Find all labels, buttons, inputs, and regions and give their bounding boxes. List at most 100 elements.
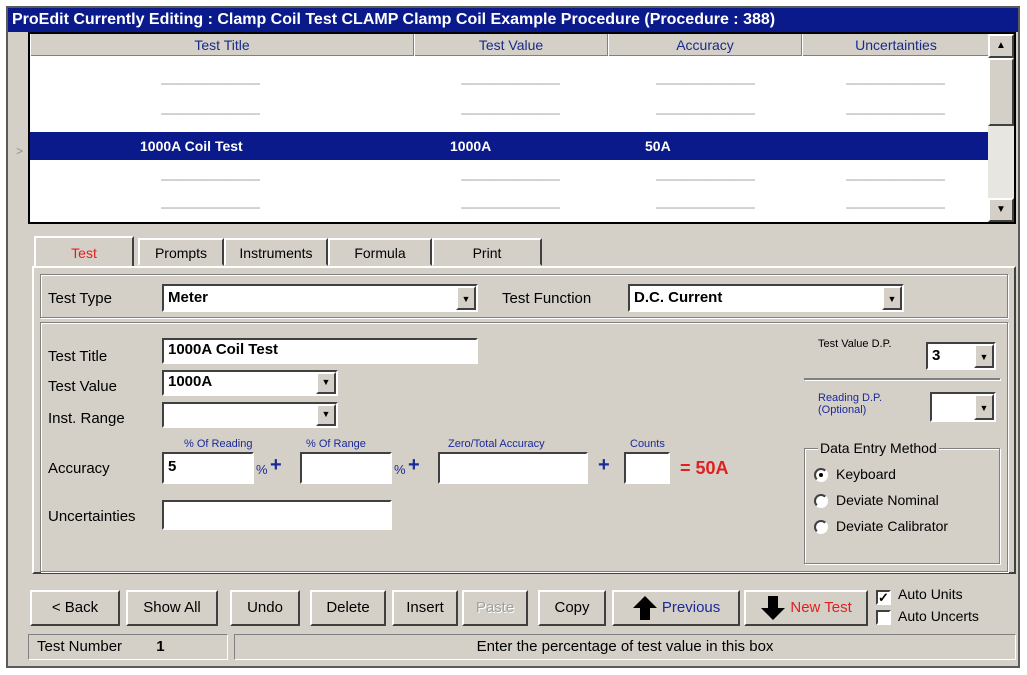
row-cell-accuracy: 50A xyxy=(645,138,671,154)
auto-units-checkbox[interactable]: ✓ xyxy=(876,590,891,605)
window-title: ProEdit Currently Editing : Clamp Coil T… xyxy=(8,8,1018,32)
uncertainties-label: Uncertainties xyxy=(48,508,136,525)
previous-button[interactable]: Previous xyxy=(612,590,740,626)
radio-deviate-nominal[interactable] xyxy=(814,494,828,508)
previous-label: Previous xyxy=(661,599,721,616)
auto-units-label: Auto Units xyxy=(898,586,963,602)
back-button[interactable]: < Back xyxy=(30,590,120,626)
chevron-down-icon[interactable]: ▼ xyxy=(882,286,902,310)
zero-total-input[interactable] xyxy=(438,452,588,484)
row-cell-uncert xyxy=(820,132,970,160)
paste-button[interactable]: Paste xyxy=(462,590,528,626)
accuracy-result: = 50A xyxy=(680,458,729,478)
test-value-dp-combo[interactable]: 3 ▼ xyxy=(926,342,996,370)
tests-grid[interactable]: Test Title Test Value Accuracy Uncertain… xyxy=(28,32,1016,224)
row-cell-accuracy: --------------------------------- xyxy=(655,106,756,120)
test-type-select[interactable]: Meter ▼ xyxy=(162,284,478,312)
scroll-up-icon[interactable]: ▲ xyxy=(988,34,1014,58)
row-cell-uncert: --------------------------------- xyxy=(845,172,946,186)
test-value-label: Test Value xyxy=(48,378,117,395)
new-test-button[interactable]: New Test xyxy=(744,590,868,626)
grid-scrollbar[interactable]: ▲ ▼ xyxy=(988,34,1014,222)
radio-keyboard-label: Keyboard xyxy=(836,466,896,482)
test-title-input[interactable]: 1000A Coil Test xyxy=(162,338,478,364)
row-cell-title: --------------------------------- xyxy=(160,106,261,120)
new-test-label: New Test xyxy=(790,599,852,616)
test-type-value: Meter xyxy=(168,289,209,306)
table-row-selected[interactable]: 1000A Coil Test 1000A 50A xyxy=(30,132,990,160)
test-number-panel: Test Number 1 xyxy=(28,634,228,660)
test-value-combo[interactable]: 1000A ▼ xyxy=(162,370,338,396)
tab-formula[interactable]: Formula xyxy=(328,238,432,266)
counts-input[interactable] xyxy=(624,452,670,484)
reading-dp-combo[interactable]: ▼ xyxy=(930,392,996,422)
tab-prompts[interactable]: Prompts xyxy=(138,238,224,266)
row-cell-accuracy: --------------------------------- xyxy=(655,200,756,214)
chevron-down-icon[interactable]: ▼ xyxy=(974,344,994,368)
col-test-title[interactable]: Test Title xyxy=(30,34,414,56)
row-cell-title: --------------------------------- xyxy=(160,200,261,214)
table-row[interactable]: --------------------------------- ------… xyxy=(30,68,990,98)
test-function-label: Test Function xyxy=(502,290,592,307)
col-uncertainties[interactable]: Uncertainties xyxy=(802,34,990,56)
auto-uncerts-label: Auto Uncerts xyxy=(898,608,979,624)
row-cell-value: --------------------------------- xyxy=(460,200,561,214)
chevron-down-icon[interactable]: ▼ xyxy=(316,404,336,426)
proedit-window: ProEdit Currently Editing : Clamp Coil T… xyxy=(6,6,1020,668)
chevron-down-icon[interactable]: ▼ xyxy=(456,286,476,310)
delete-button[interactable]: Delete xyxy=(310,590,386,626)
test-value-value: 1000A xyxy=(168,373,213,390)
row-cell-value: 1000A xyxy=(450,138,492,154)
data-entry-title: Data Entry Method xyxy=(818,440,939,456)
show-all-button[interactable]: Show All xyxy=(126,590,218,626)
plus-sign: + xyxy=(270,454,282,476)
test-number-value: 1 xyxy=(156,638,165,655)
inst-range-combo[interactable]: ▼ xyxy=(162,402,338,428)
test-type-label: Test Type xyxy=(48,290,112,307)
pct-range-input[interactable] xyxy=(300,452,392,484)
table-row[interactable]: --------------------------------- ------… xyxy=(30,192,990,222)
row-cell-accuracy: --------------------------------- xyxy=(655,172,756,186)
tab-instruments[interactable]: Instruments xyxy=(224,238,328,266)
counts-label: Counts xyxy=(630,438,665,450)
chevron-down-icon[interactable]: ▼ xyxy=(316,372,336,394)
grid-header: Test Title Test Value Accuracy Uncertain… xyxy=(30,34,990,56)
pct-sign: % xyxy=(394,462,406,477)
row-cell-title: 1000A Coil Test xyxy=(140,138,243,154)
radio-keyboard[interactable] xyxy=(814,468,828,482)
uncertainties-input[interactable] xyxy=(162,500,392,530)
row-cell-uncert: --------------------------------- xyxy=(845,106,946,120)
test-value-dp-label: Test Value D.P. xyxy=(818,338,892,350)
row-cell-uncert: --------------------------------- xyxy=(845,76,946,90)
tab-test[interactable]: Test xyxy=(34,236,134,268)
zero-total-label: Zero/Total Accuracy xyxy=(448,438,545,450)
row-cell-value: --------------------------------- xyxy=(460,106,561,120)
scroll-thumb[interactable] xyxy=(988,58,1014,126)
inst-range-label: Inst. Range xyxy=(48,410,125,427)
table-row[interactable]: --------------------------------- ------… xyxy=(30,98,990,128)
row-cell-value: --------------------------------- xyxy=(460,76,561,90)
pct-reading-label: % Of Reading xyxy=(184,438,253,450)
undo-button[interactable]: Undo xyxy=(230,590,300,626)
radio-deviate-calibrator-label: Deviate Calibrator xyxy=(836,518,949,534)
test-function-value: D.C. Current xyxy=(634,289,723,306)
plus-sign: + xyxy=(598,454,610,476)
col-test-value[interactable]: Test Value xyxy=(414,34,608,56)
pct-range-label: % Of Range xyxy=(306,438,366,450)
row-marker-icon: > xyxy=(16,144,24,158)
arrow-down-icon xyxy=(761,596,786,621)
radio-deviate-calibrator[interactable] xyxy=(814,520,828,534)
tab-print[interactable]: Print xyxy=(432,238,542,266)
copy-button[interactable]: Copy xyxy=(538,590,606,626)
pct-sign: % xyxy=(256,462,268,477)
reading-dp-label: Reading D.P. (Optional) xyxy=(818,392,883,416)
table-row[interactable]: --------------------------------- ------… xyxy=(30,164,990,194)
pct-reading-input[interactable]: 5 xyxy=(162,452,254,484)
row-cell-uncert: --------------------------------- xyxy=(845,200,946,214)
auto-uncerts-checkbox[interactable] xyxy=(876,610,891,625)
chevron-down-icon[interactable]: ▼ xyxy=(974,394,994,420)
test-function-select[interactable]: D.C. Current ▼ xyxy=(628,284,904,312)
insert-button[interactable]: Insert xyxy=(392,590,458,626)
col-accuracy[interactable]: Accuracy xyxy=(608,34,802,56)
scroll-down-icon[interactable]: ▼ xyxy=(988,198,1014,222)
